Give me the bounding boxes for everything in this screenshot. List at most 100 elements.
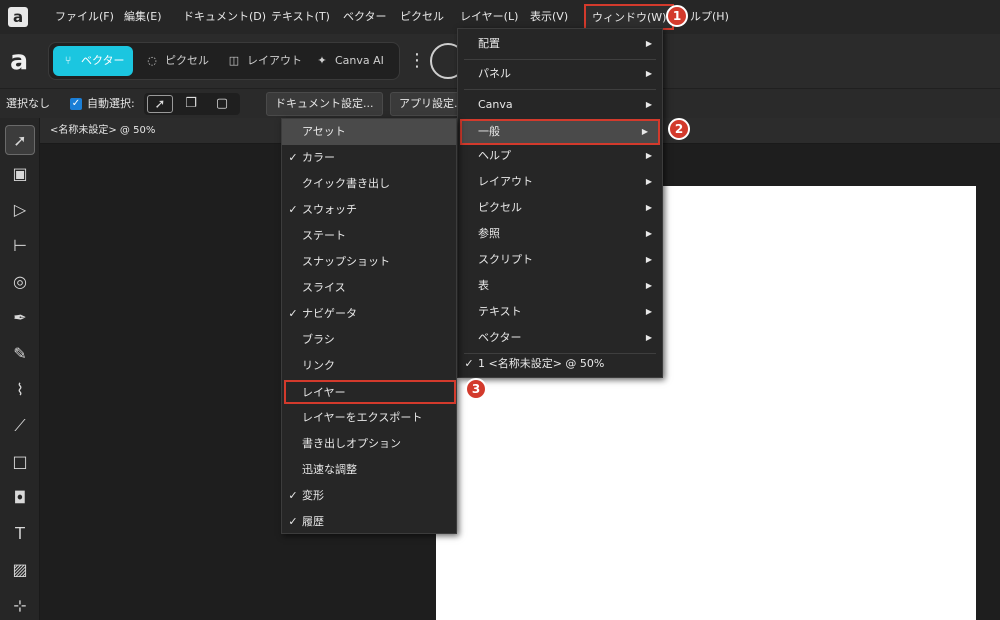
auto-select-label: 自動選択: [87, 97, 135, 110]
submenu-item-label: スウォッチ [302, 203, 357, 216]
submenu-item-label: 書き出しオプション [302, 437, 401, 450]
crop-tool-icon[interactable]: ⊹ [5, 591, 35, 620]
window-menu-item-label: パネル [478, 67, 511, 80]
submenu-item-slices[interactable]: スライス [282, 275, 456, 301]
submenu-item-label: 変形 [302, 489, 324, 502]
menu-separator [464, 89, 656, 90]
window-menu-item-general[interactable]: 一般 ▶ [460, 119, 660, 145]
persona-pixel-label: ピクセル [165, 54, 209, 67]
submenu-item-export-layers[interactable]: レイヤーをエクスポート [282, 405, 456, 431]
window-menu-item-panel[interactable]: パネル ▶ [458, 61, 662, 87]
sparkle-icon: ✦ [317, 54, 327, 67]
window-menu-item-pixel[interactable]: ピクセル ▶ [458, 195, 662, 221]
submenu-item-label: 迅速な調整 [302, 463, 357, 476]
window-menu-item-text[interactable]: テキスト ▶ [458, 299, 662, 325]
submenu-item-quick-adjust[interactable]: 迅速な調整 [282, 457, 456, 483]
submenu-item-navigator[interactable]: ✓ ナビゲータ [282, 301, 456, 327]
intersect-select-icon[interactable]: ❐ [178, 95, 204, 113]
window-menu-item-table[interactable]: 表 ▶ [458, 273, 662, 299]
window-menu-item-reference[interactable]: 参照 ▶ [458, 221, 662, 247]
submenu-arrow-icon: ▶ [645, 151, 652, 160]
submenu-item-transform[interactable]: ✓ 変形 [282, 483, 456, 509]
window-menu-item-label: ヘルプ [478, 149, 511, 162]
submenu-item-layers[interactable]: レイヤー [284, 380, 456, 404]
artboard-tool-icon[interactable]: ▣ [5, 159, 35, 189]
fill-tool-icon[interactable]: ⟋ [5, 411, 35, 441]
layout-persona-icon: ◫ [228, 54, 240, 67]
document-settings-button[interactable]: ドキュメント設定... [266, 92, 383, 116]
submenu-item-snapshots[interactable]: スナップショット [282, 249, 456, 275]
submenu-arrow-icon: ▶ [645, 229, 652, 238]
window-menu-item-script[interactable]: スクリプト ▶ [458, 247, 662, 273]
menu-vector[interactable]: ベクター [343, 0, 387, 34]
window-menu-item-vector[interactable]: ベクター ▶ [458, 325, 662, 351]
pen-tool-icon[interactable]: ✒ [5, 303, 35, 333]
node-tool-icon[interactable]: ▷ [5, 195, 35, 225]
submenu-item-links[interactable]: リンク [282, 353, 456, 379]
persona-pixel-button[interactable]: ◌ ピクセル [137, 46, 217, 76]
selection-status: 選択なし [6, 97, 50, 110]
pixel-persona-icon: ◌ [147, 54, 157, 67]
submenu-item-swatches[interactable]: ✓ スウォッチ [282, 197, 456, 223]
window-menu-item-label: ピクセル [478, 201, 522, 214]
persona-canva-ai-button[interactable]: ✦ Canva AI [307, 46, 395, 76]
window-menu-item-help[interactable]: ヘルプ ▶ [458, 143, 662, 169]
menu-document[interactable]: ドキュメント(D) [183, 0, 266, 34]
submenu-item-export-options[interactable]: 書き出しオプション [282, 431, 456, 457]
pointer-select-icon[interactable]: ➚ [147, 95, 173, 113]
submenu-item-label: クイック書き出し [302, 177, 390, 190]
persona-layout-label: レイアウト [247, 54, 302, 67]
auto-select-checkbox[interactable]: ✓ [70, 98, 82, 110]
submenu-item-history[interactable]: ✓ 履歴 [282, 509, 456, 535]
submenu-item-states[interactable]: ステート [282, 223, 456, 249]
persona-layout-button[interactable]: ◫ レイアウト [219, 46, 305, 76]
more-options-icon[interactable]: ⋮ [408, 48, 426, 74]
persona-vector-label: ベクター [81, 54, 125, 67]
corner-tool-icon[interactable]: ⊢ [5, 231, 35, 261]
submenu-item-brushes[interactable]: ブラシ [282, 327, 456, 353]
submenu-arrow-icon: ▶ [645, 255, 652, 264]
window-menu-item-arrange[interactable]: 配置 ▶ [458, 31, 662, 57]
pencil-tool-icon[interactable]: ✎ [5, 339, 35, 369]
menu-window[interactable]: ウィンドウ(W) [584, 4, 675, 30]
menu-help[interactable]: ルプ(H) [690, 0, 729, 34]
text-tool-icon[interactable]: Ｔ [5, 519, 35, 549]
transparency-tool-icon[interactable]: ◘ [5, 483, 35, 513]
shape-builder-icon[interactable]: ◎ [5, 267, 35, 297]
image-place-icon[interactable]: ▨ [5, 555, 35, 585]
menu-file[interactable]: ファイル(F) [55, 0, 114, 34]
window-menu-item-label: ベクター [478, 331, 522, 344]
submenu-item-color[interactable]: ✓ カラー [282, 145, 456, 171]
submenu-arrow-icon: ▶ [645, 333, 652, 342]
submenu-item-assets[interactable]: アセット [282, 119, 456, 145]
submenu-item-label: ナビゲータ [302, 307, 357, 320]
submenu-item-label: スライス [302, 281, 346, 294]
check-icon: ✓ [464, 357, 474, 370]
vector-persona-icon: ⑂ [64, 54, 72, 67]
step-badge-1: 1 [666, 5, 688, 27]
submenu-item-quick-export[interactable]: クイック書き出し [282, 171, 456, 197]
submenu-arrow-icon: ▶ [645, 69, 652, 78]
submenu-arrow-icon: ▶ [645, 281, 652, 290]
submenu-item-label: レイヤーをエクスポート [302, 411, 423, 424]
move-tool-icon[interactable]: ➚ [5, 125, 35, 155]
selection-mode-group: ➚ ❐ ▢ [144, 93, 240, 115]
document-tab-title: <名称未設定> @ 50% [50, 125, 156, 136]
window-menu-item-layout[interactable]: レイアウト ▶ [458, 169, 662, 195]
vector-brush-icon[interactable]: ⌇ [5, 375, 35, 405]
window-menu-item-label: 一般 [478, 125, 500, 138]
submenu-arrow-icon: ▶ [641, 127, 648, 136]
submenu-item-label: スナップショット [302, 255, 390, 268]
general-submenu: アセット ✓ カラー クイック書き出し ✓ スウォッチ ステート スナップショット … [281, 118, 457, 534]
menu-pixel[interactable]: ピクセル [400, 0, 444, 34]
check-icon: ✓ [288, 151, 298, 164]
submenu-item-label: リンク [302, 359, 335, 372]
menu-text[interactable]: テキスト(T) [271, 0, 330, 34]
menu-edit[interactable]: 編集(E) [124, 0, 162, 34]
persona-vector-button[interactable]: ⑂ ベクター [53, 46, 133, 76]
rectangle-tool-icon[interactable]: □ [5, 447, 35, 477]
window-menu-item-document[interactable]: ✓ 1 <名称未設定> @ 50% [458, 351, 662, 377]
window-menu-item-canva[interactable]: Canva ▶ [458, 92, 662, 118]
contain-select-icon[interactable]: ▢ [209, 95, 235, 113]
submenu-item-label: レイヤー [302, 386, 346, 399]
